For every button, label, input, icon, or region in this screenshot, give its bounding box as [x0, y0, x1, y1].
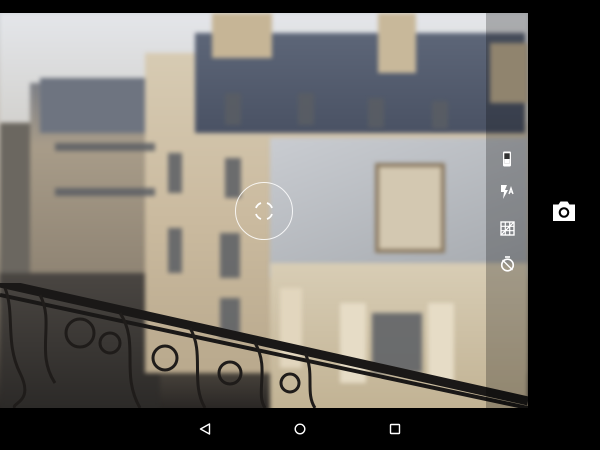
- flash-auto-icon[interactable]: [496, 181, 518, 203]
- back-icon: [199, 423, 211, 435]
- viewfinder-window: [220, 233, 240, 278]
- grid-lines-icon[interactable]: [496, 217, 518, 239]
- viewfinder-window: [55, 188, 155, 196]
- viewfinder-chimney: [378, 13, 416, 73]
- system-navigation-bar: [0, 408, 600, 450]
- recents-button[interactable]: [384, 418, 406, 440]
- home-icon: [294, 423, 306, 435]
- home-button[interactable]: [289, 418, 311, 440]
- viewfinder-window: [225, 158, 241, 198]
- phone-orientation-icon[interactable]: [496, 148, 518, 170]
- back-button[interactable]: [194, 418, 216, 440]
- viewfinder-window: [168, 228, 182, 273]
- viewfinder-balcony-railing: [0, 283, 528, 408]
- viewfinder-window: [168, 153, 182, 193]
- status-bar: [0, 0, 600, 13]
- camera-screen: [0, 0, 600, 450]
- viewfinder-window: [55, 143, 155, 151]
- recents-icon: [389, 423, 401, 435]
- shutter-panel: [528, 13, 600, 408]
- focus-reticle-icon: [255, 202, 273, 220]
- camera-settings-rail: [486, 13, 528, 408]
- viewfinder-window: [225, 93, 241, 125]
- camera-icon: [553, 201, 575, 221]
- viewfinder-chimney: [212, 13, 272, 58]
- viewfinder-dormer: [375, 163, 445, 253]
- viewfinder-window: [432, 101, 448, 129]
- countdown-timer-icon[interactable]: [496, 253, 518, 275]
- shutter-button[interactable]: [549, 196, 579, 226]
- viewfinder-window: [298, 93, 314, 125]
- viewfinder-window: [368, 98, 384, 128]
- camera-viewfinder[interactable]: [0, 13, 528, 408]
